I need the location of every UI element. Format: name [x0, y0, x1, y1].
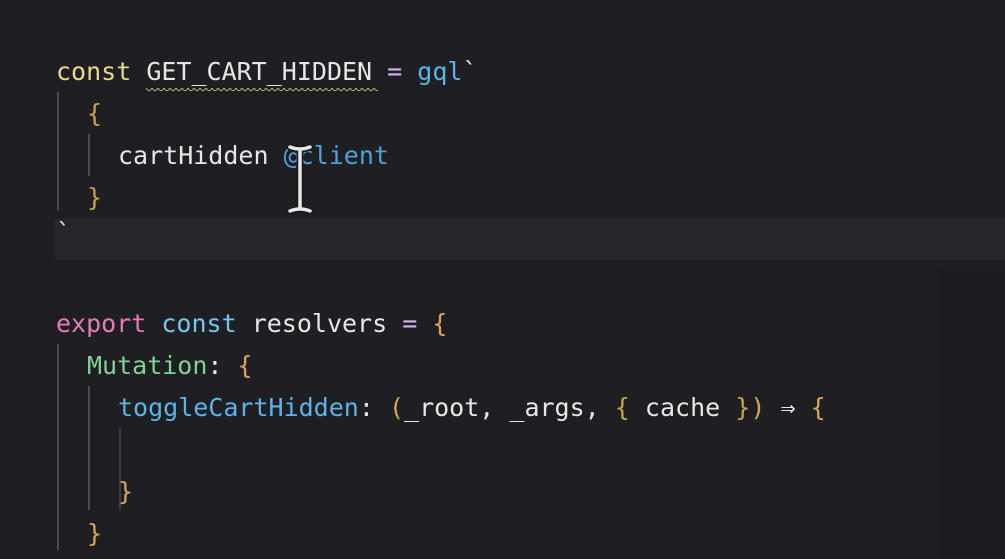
keyword-const: const: [56, 57, 132, 86]
identifier-get-cart-hidden: GET_CART_HIDDEN: [146, 57, 373, 86]
brace-close: }: [87, 519, 103, 548]
indent-guide: [57, 92, 59, 210]
keyword-export: export: [56, 309, 147, 338]
code-line-7[interactable]: Mutation: {: [87, 345, 253, 387]
operator-equals: =: [402, 309, 418, 338]
brace-open: {: [87, 99, 103, 128]
code-line-6[interactable]: export const resolvers = {: [56, 303, 447, 345]
code-line-3[interactable]: cartHidden @client: [118, 135, 389, 177]
identifier-resolvers: resolvers: [251, 309, 388, 338]
editor-shade: [940, 270, 1005, 559]
destructure-close: }: [735, 393, 751, 422]
property-mutation: Mutation: [87, 351, 208, 380]
backtick-close: `: [56, 218, 72, 247]
code-line-10[interactable]: }: [87, 513, 102, 555]
keyword-const: const: [161, 309, 237, 338]
code-line-8[interactable]: toggleCartHidden: (_root, _args, { cache…: [118, 387, 826, 429]
param-root: _root: [404, 393, 480, 422]
code-line-5[interactable]: `: [56, 212, 71, 254]
code-line-2[interactable]: {: [87, 93, 102, 135]
paren-close: ): [750, 393, 766, 422]
backtick: `: [462, 57, 478, 86]
colon: :: [207, 351, 223, 380]
code-line-1[interactable]: const GET_CART_HIDDEN = gql`: [56, 51, 478, 93]
brace-open: {: [432, 309, 448, 338]
indent-guide: [88, 134, 90, 176]
comma: ,: [479, 393, 495, 422]
colon: :: [358, 393, 374, 422]
param-args: _args: [509, 393, 585, 422]
brace-close: }: [118, 477, 134, 506]
indent-guide: [88, 386, 90, 510]
brace-open: {: [237, 351, 253, 380]
code-editor[interactable]: const GET_CART_HIDDEN = gql` { cartHidde…: [0, 0, 1005, 559]
code-line-4[interactable]: }: [87, 177, 102, 219]
arrow: ⇒: [780, 393, 796, 422]
comma: ,: [584, 393, 600, 422]
operator-equals: =: [387, 57, 403, 86]
current-line-highlight: [55, 218, 1005, 260]
param-cache: cache: [644, 393, 721, 422]
lint-squiggle: [146, 88, 378, 94]
paren-open: (: [388, 393, 405, 422]
brace-open: {: [810, 393, 826, 422]
indent-guide: [57, 344, 59, 550]
function-toggle-cart-hidden: toggleCartHidden: [118, 393, 359, 422]
text-cursor-icon: [287, 143, 313, 215]
field-cart-hidden: cartHidden: [118, 141, 269, 170]
destructure-open: {: [614, 393, 630, 422]
brace-close: }: [87, 183, 103, 212]
code-line-9[interactable]: }: [118, 471, 133, 513]
tag-gql: gql: [417, 57, 463, 86]
